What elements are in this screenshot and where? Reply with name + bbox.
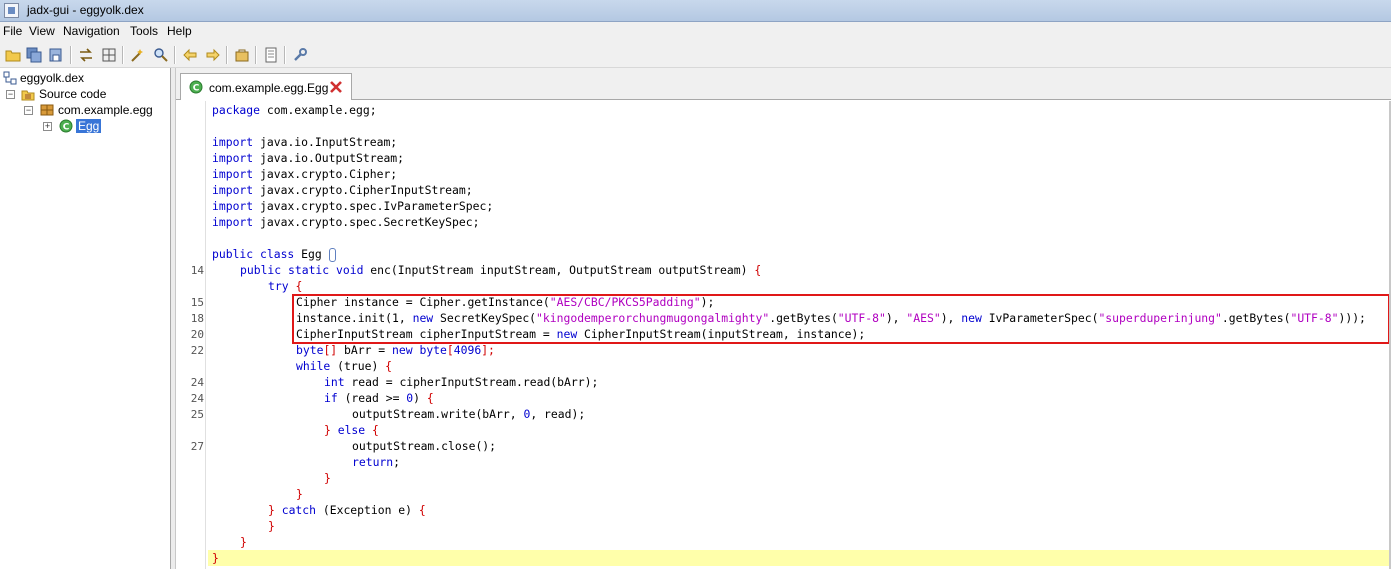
window-title: jadx-gui - eggyolk.dex	[27, 3, 144, 17]
line-number: 20	[190, 328, 204, 341]
back-icon[interactable]	[181, 46, 199, 64]
tree-label-dex: eggyolk.dex	[20, 71, 85, 85]
code-line: }	[268, 519, 275, 533]
package-icon	[40, 104, 54, 116]
menu-file[interactable]: File	[3, 24, 22, 38]
class-search-icon[interactable]	[152, 46, 170, 64]
code-line: outputStream.close();	[352, 439, 497, 453]
code-line: } else {	[324, 423, 379, 437]
tree-node-package[interactable]: − com.example.egg	[3, 102, 168, 118]
menu-tools[interactable]: Tools	[130, 24, 158, 38]
toolbar-separator	[255, 46, 257, 64]
project-tree: eggyolk.dex − Source code − com.example.…	[0, 68, 171, 569]
code-line: }	[296, 487, 303, 501]
flatten-packages-icon[interactable]	[100, 46, 118, 64]
svg-text:C: C	[63, 123, 70, 133]
forward-icon[interactable]	[204, 46, 222, 64]
tree-label-source: Source code	[39, 87, 107, 101]
svg-text:C: C	[193, 84, 200, 94]
export-icon[interactable]	[47, 46, 65, 64]
expand-toggle[interactable]: +	[43, 122, 52, 131]
tree-label-class: Egg	[76, 119, 102, 133]
menu-bar: File View Navigation Tools Help	[0, 22, 1391, 41]
menu-navigation[interactable]: Navigation	[63, 24, 120, 38]
tab-label: com.example.egg.Egg	[209, 81, 329, 95]
line-number: 18	[190, 312, 204, 325]
deobfuscation-icon[interactable]	[233, 46, 251, 64]
code-line: import javax.crypto.spec.SecretKeySpec;	[212, 215, 480, 229]
menu-help[interactable]: Help	[167, 24, 192, 38]
line-number: 24	[190, 392, 204, 405]
code-line: } catch (Exception e) {	[268, 503, 426, 517]
code-line: try {	[268, 279, 303, 293]
current-line-highlight	[208, 550, 1391, 566]
code-line: package com.example.egg;	[212, 103, 377, 117]
source-folder-icon	[21, 90, 35, 101]
tab-egg[interactable]: C com.example.egg.Egg	[180, 73, 352, 100]
code-editor[interactable]: 14 15 18 20 22 24 24 25 27 package com.e…	[176, 101, 1391, 569]
code-line: }	[324, 471, 331, 485]
tree-label-package: com.example.egg	[58, 103, 153, 117]
code-line: int read = cipherInputStream.read(bArr);	[324, 375, 599, 389]
code-line: if (read >= 0) {	[324, 391, 434, 405]
code-line: byte[] bArr = new byte[4096];	[296, 343, 495, 357]
code-line: }	[212, 551, 219, 565]
code-line: import java.io.OutputStream;	[212, 151, 405, 165]
tree-node-source-code[interactable]: − Source code	[3, 86, 163, 102]
line-number-gutter: 14 15 18 20 22 24 24 25 27	[176, 101, 206, 569]
line-number: 22	[190, 344, 204, 357]
code-line: outputStream.write(bArr, 0, read);	[352, 407, 586, 421]
class-icon: C	[59, 119, 73, 133]
code-line: import java.io.InputStream;	[212, 135, 398, 149]
toolbar-separator	[122, 46, 124, 64]
line-number: 24	[190, 376, 204, 389]
code-line: import javax.crypto.CipherInputStream;	[212, 183, 473, 197]
tree-node-dex[interactable]: eggyolk.dex	[3, 70, 163, 86]
close-icon[interactable]	[329, 80, 343, 94]
collapse-toggle[interactable]: −	[6, 90, 15, 99]
class-icon: C	[189, 80, 203, 94]
open-file-icon[interactable]	[4, 46, 22, 64]
code-line: }	[240, 535, 247, 549]
toolbar-separator	[226, 46, 228, 64]
collapse-toggle[interactable]: −	[24, 106, 33, 115]
sync-tree-icon[interactable]	[77, 46, 95, 64]
code-line: return;	[352, 455, 401, 469]
line-number: 15	[190, 296, 204, 309]
tree-root-icon	[3, 71, 17, 85]
editor-tabs: C com.example.egg.Egg	[176, 68, 1391, 100]
line-number: 25	[190, 408, 204, 421]
code-line: import javax.crypto.Cipher;	[212, 167, 398, 181]
menu-view[interactable]: View	[29, 24, 55, 38]
log-viewer-icon[interactable]	[262, 46, 280, 64]
highlight-annotation-box	[292, 294, 1390, 344]
code-line: public class Egg	[212, 246, 336, 262]
save-all-icon[interactable]	[25, 46, 43, 64]
tree-node-class[interactable]: + C Egg	[3, 118, 123, 134]
toolbar	[0, 41, 1391, 68]
code-line: public static void enc(InputStream input…	[240, 263, 762, 277]
text-search-icon[interactable]	[129, 46, 147, 64]
toolbar-separator	[284, 46, 286, 64]
code-line: import javax.crypto.spec.IvParameterSpec…	[212, 199, 494, 213]
line-number: 27	[190, 440, 204, 453]
code-line: while (true) {	[296, 359, 393, 373]
toolbar-separator	[174, 46, 176, 64]
toolbar-separator	[70, 46, 72, 64]
line-number: 14	[190, 264, 204, 277]
title-bar: jadx-gui - eggyolk.dex	[0, 0, 1391, 22]
preferences-icon[interactable]	[291, 46, 309, 64]
brace-match-marker	[328, 247, 336, 262]
java-app-icon	[4, 3, 19, 18]
